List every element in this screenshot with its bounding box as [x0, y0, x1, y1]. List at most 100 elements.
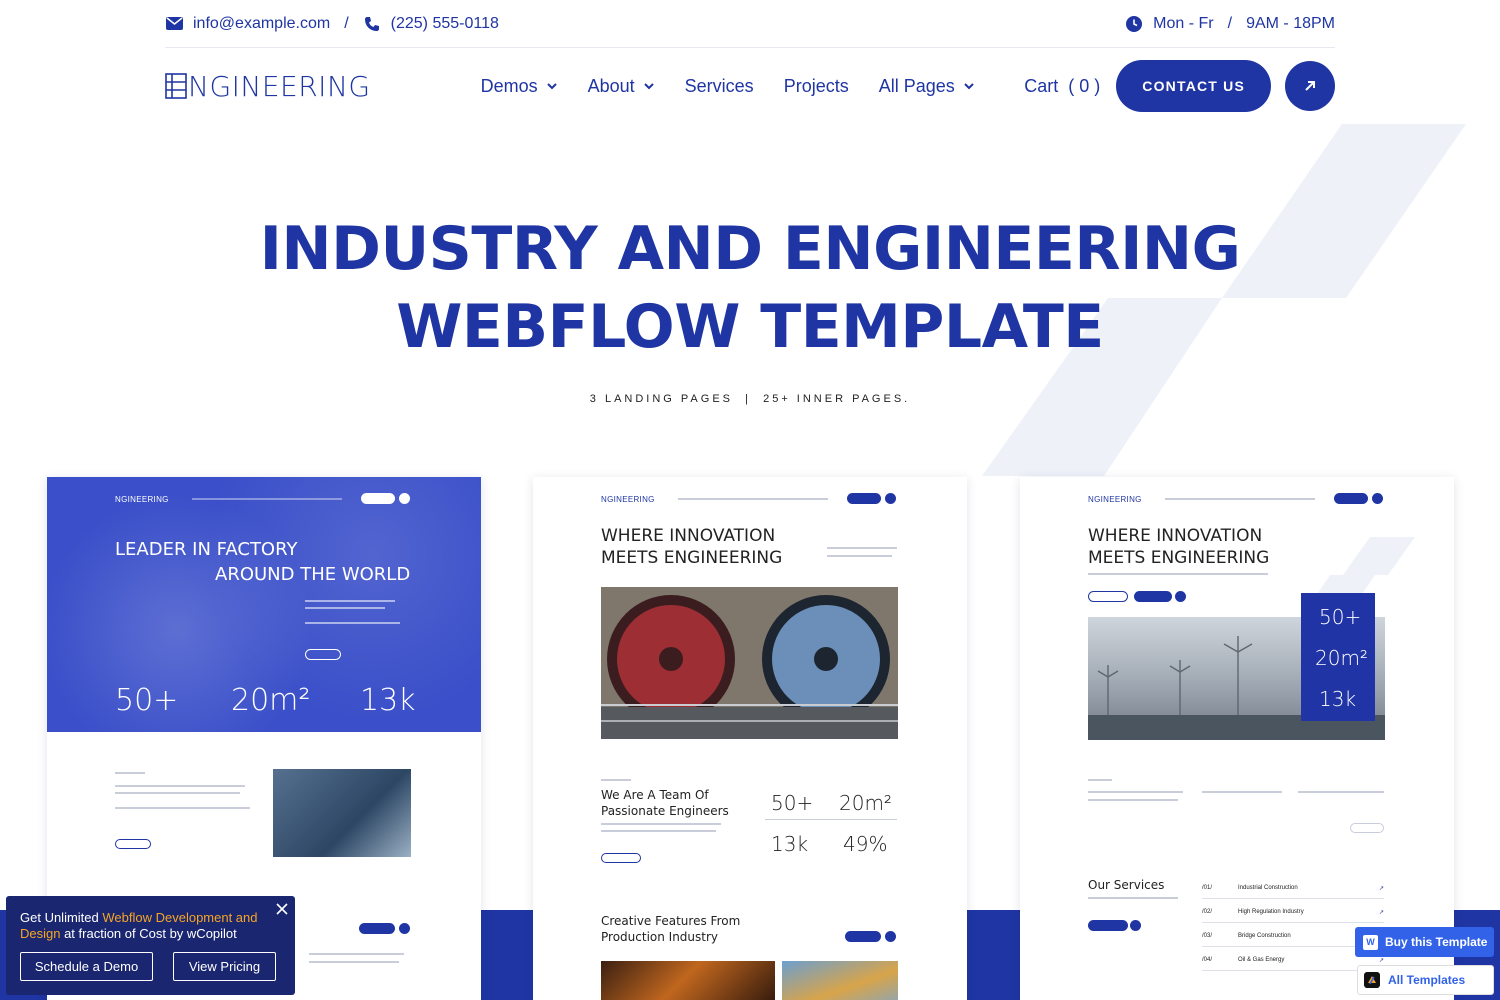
preview-heading-line2: MEETS ENGINEERING	[1088, 548, 1270, 568]
preview-nav-line	[678, 498, 828, 500]
hero-title-line2: WEBFLOW TEMPLATE	[396, 292, 1104, 362]
preview-arrow-dot	[885, 931, 896, 942]
nav-item-label: Services	[684, 75, 754, 96]
preview-text-line	[1088, 779, 1112, 781]
preview-contact-button	[1334, 493, 1368, 504]
nav-item-all-pages[interactable]: All Pages	[879, 76, 975, 97]
separator: /	[1227, 14, 1233, 32]
buy-template-button[interactable]: W Buy this Template	[1355, 927, 1494, 957]
preview-stats-box: 50+ 20m² 13k	[1301, 593, 1375, 721]
logo-e-mark-icon	[165, 73, 187, 99]
all-templates-label: All Templates	[1388, 973, 1466, 987]
preview-text-line	[1088, 897, 1178, 899]
nav-item-label: Demos	[480, 75, 538, 96]
preview-text-line	[1088, 799, 1178, 801]
all-templates-button[interactable]: All Templates	[1357, 965, 1494, 995]
preview-text-line	[115, 772, 145, 774]
preview-button	[601, 853, 641, 863]
nav-menu: Demos About Services Projects All Pages	[481, 76, 975, 97]
promo-text: Get Unlimited Webflow Development and De…	[20, 910, 265, 942]
preview-arrow-dot	[399, 923, 410, 934]
preview-stat: 49%	[843, 832, 888, 856]
preview-workers-photo	[273, 769, 411, 857]
preview-nav-line	[192, 498, 342, 500]
chevron-down-icon	[964, 83, 974, 90]
main-navigation: NGINEERING Demos About Services Projects…	[165, 58, 1335, 114]
hero-title: INDUSTRY AND ENGINEERING WEBFLOW TEMPLAT…	[0, 210, 1500, 366]
demo-preview-2[interactable]: NGINEERING WHERE INNOVATION MEETS ENGINE…	[533, 477, 967, 1000]
cart-count: ( 0 )	[1068, 75, 1101, 96]
preview-button	[1088, 920, 1128, 931]
buy-template-label: Buy this Template	[1385, 935, 1488, 949]
preview-features-line2: Production Industry	[601, 930, 719, 944]
preview-text-line	[601, 830, 716, 832]
preview-button	[845, 931, 881, 942]
preview-text-line	[305, 607, 385, 609]
preview-team-title: We Are A Team Of Passionate Engineers	[601, 787, 729, 819]
view-pricing-button[interactable]: View Pricing	[173, 952, 276, 981]
logo-text: NGINEERING	[188, 69, 371, 103]
preview-divider	[765, 819, 897, 820]
preview-stat: 50+	[115, 683, 179, 718]
business-hours: Mon - Fr / 9AM - 18PM	[1125, 15, 1335, 33]
preview-text-line	[1088, 573, 1268, 575]
preview-button	[305, 649, 341, 660]
preview-stat: 20m²	[1315, 646, 1368, 670]
preview-heading-line1: WHERE INNOVATION	[1088, 526, 1263, 546]
preview-arrow-dot	[1175, 591, 1186, 602]
preview-text-line	[309, 961, 399, 963]
preview-logo: NGINEERING	[115, 495, 169, 504]
preview-pipes-photo	[782, 961, 898, 1000]
envelope-icon	[165, 15, 183, 33]
arrow-up-right-icon: ↗	[1378, 910, 1384, 916]
preview-text-line	[309, 953, 404, 955]
close-icon[interactable]	[275, 902, 289, 916]
preview-arrow-dot	[1372, 493, 1383, 504]
preview-stat: 13k	[771, 832, 809, 856]
preview-contact-button	[361, 493, 395, 504]
contact-arrow-button[interactable]	[1285, 61, 1335, 111]
preview-stat: 50+	[1319, 605, 1362, 629]
preview-heading: WHERE INNOVATION MEETS ENGINEERING	[1088, 525, 1269, 569]
nav-actions: Cart ( 0 ) CONTACT US	[1024, 60, 1335, 112]
service-number: /03/	[1202, 933, 1213, 939]
preview-text-line	[1202, 791, 1282, 793]
chevron-down-icon	[643, 83, 654, 90]
service-name: High Regulation Industry	[1238, 909, 1304, 915]
preview-logo: NGINEERING	[1088, 495, 1142, 504]
nav-item-about[interactable]: About	[588, 76, 655, 97]
phone-link[interactable]: (225) 555-0118	[391, 15, 499, 33]
preview-team-line1: We Are A Team Of	[601, 788, 709, 802]
templates-logo-icon	[1364, 972, 1380, 988]
site-logo[interactable]: NGINEERING	[165, 70, 371, 103]
contact-us-button[interactable]: CONTACT US	[1116, 60, 1271, 112]
preview-features-title: Creative Features From Production Indust…	[601, 913, 740, 945]
nav-item-projects[interactable]: Projects	[784, 76, 849, 97]
preview-heading: LEADER IN FACTORY AROUND THE WORLD	[115, 537, 410, 587]
preview-button	[115, 839, 151, 849]
service-name: Oil & Gas Energy	[1238, 957, 1285, 963]
promo-text-before: Get Unlimited	[20, 910, 103, 925]
nav-item-services[interactable]: Services	[685, 76, 754, 97]
preview-heading-line2: MEETS ENGINEERING	[601, 548, 783, 568]
preview-logo: NGINEERING	[601, 495, 655, 504]
hero-subtitle: 3 LANDING PAGES | 25+ INNER PAGES.	[589, 393, 911, 405]
promo-text-after: at fraction of Cost by wCopilot	[60, 926, 237, 941]
nav-item-demos[interactable]: Demos	[481, 76, 558, 97]
preview-button	[1134, 591, 1172, 602]
service-number: /01/	[1202, 885, 1213, 891]
preview-stat: 13k	[360, 683, 416, 718]
email-link[interactable]: info@example.com	[193, 15, 330, 33]
nav-item-label: All Pages	[878, 75, 955, 96]
preview-contact-button	[847, 493, 881, 504]
cart-link[interactable]: Cart ( 0 )	[1024, 76, 1100, 97]
chevron-down-icon	[546, 83, 557, 90]
preview-services-title: Our Services	[1088, 878, 1165, 892]
preview-text-line	[305, 622, 400, 624]
preview-arrow-dot	[885, 493, 896, 504]
webflow-icon: W	[1363, 934, 1378, 950]
arrow-up-right-icon	[1305, 81, 1315, 91]
schedule-demo-button[interactable]: Schedule a Demo	[20, 952, 153, 981]
demo-preview-3[interactable]: NGINEERING WHERE INNOVATION MEETS ENGINE…	[1020, 477, 1454, 1000]
preview-arrow-dot	[1130, 920, 1141, 931]
